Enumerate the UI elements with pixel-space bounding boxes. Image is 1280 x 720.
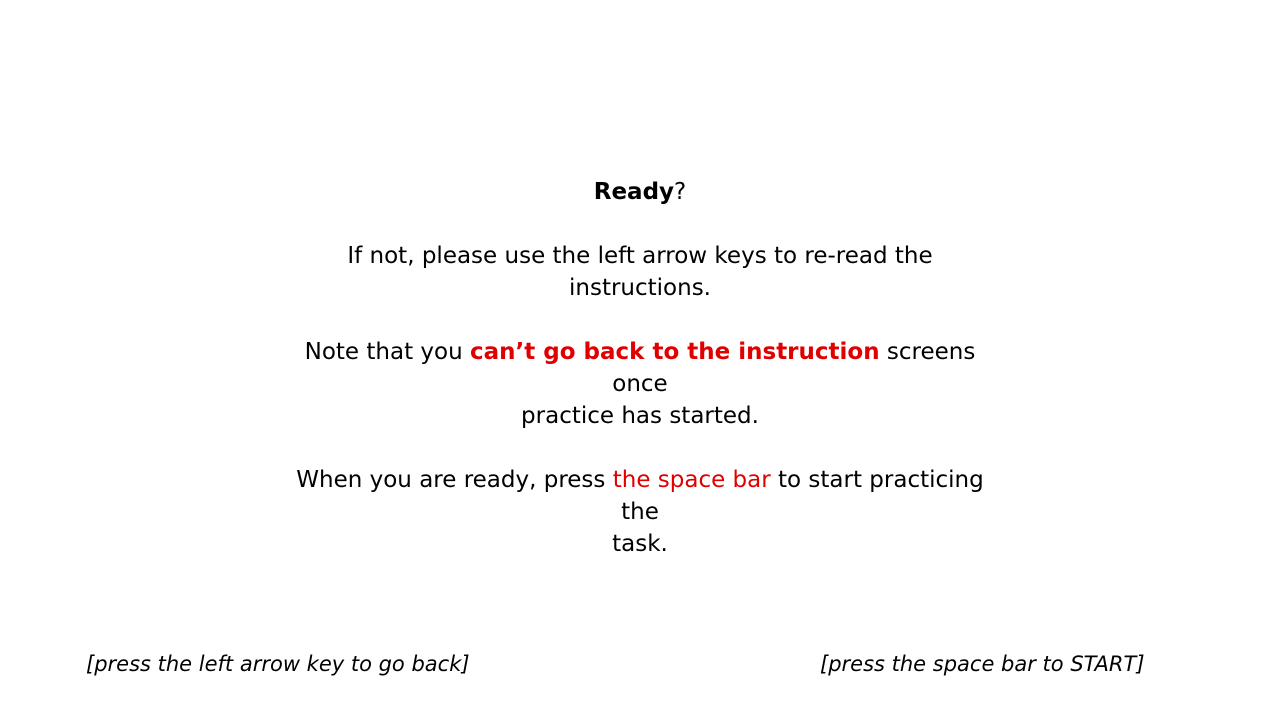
go-back-hint: [press the left arrow key to go back] — [86, 652, 470, 676]
start-text-before: When you are ready, press — [296, 467, 613, 493]
note-warning-highlight: can’t go back to the instruction — [470, 339, 880, 365]
start-hint: [press the space bar to START] — [820, 652, 1145, 676]
no-going-back-note: Note that you can’t go back to the instr… — [280, 336, 1000, 432]
start-instruction: When you are ready, press the space bar … — [280, 464, 1000, 560]
instruction-content: Ready? If not, please use the left arrow… — [280, 176, 1000, 560]
ready-word: Ready — [593, 179, 675, 205]
note-text-line2: practice has started. — [521, 403, 759, 429]
reread-instruction: If not, please use the left arrow keys t… — [347, 243, 933, 301]
ready-punct: ? — [674, 179, 687, 205]
space-bar-highlight: the space bar — [612, 467, 771, 493]
note-text-before: Note that you — [304, 339, 470, 365]
ready-heading: Ready? — [280, 176, 1000, 208]
instruction-slide: Ready? If not, please use the left arrow… — [0, 0, 1280, 720]
start-text-line2: task. — [612, 531, 668, 557]
